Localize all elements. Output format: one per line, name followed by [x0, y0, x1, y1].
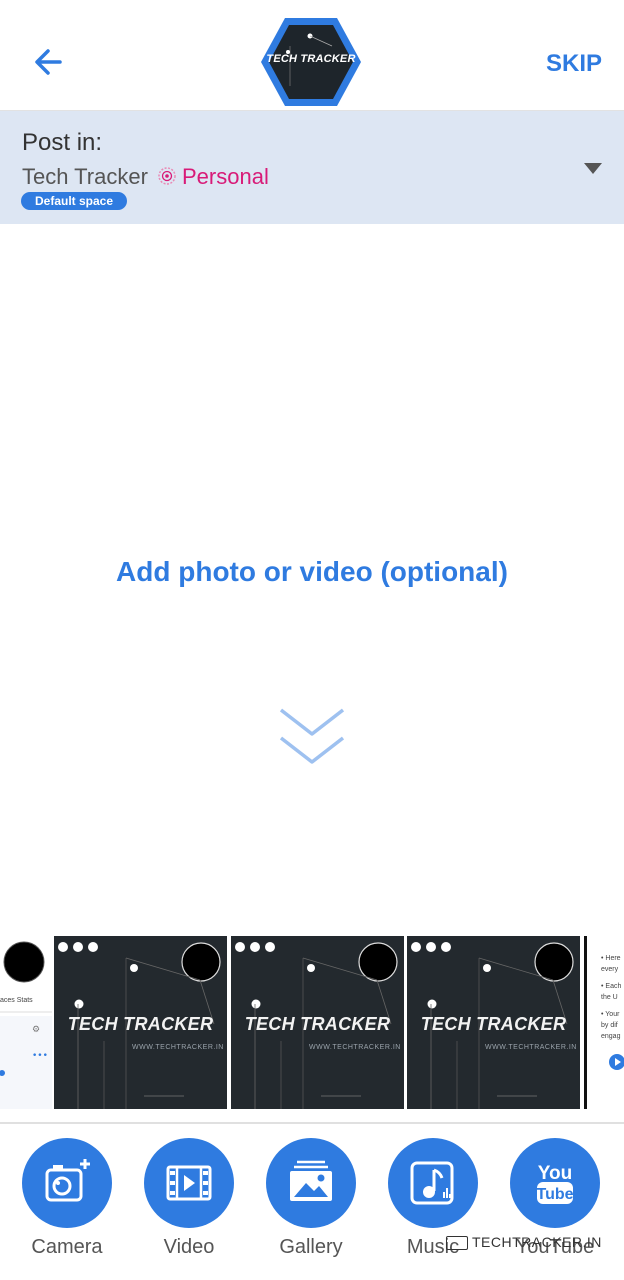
dropdown-arrow-icon[interactable]: [584, 163, 602, 174]
thumbnail-image[interactable]: TECH TRACKER WWW.TECHTRACKER.IN: [407, 936, 580, 1109]
double-chevron-down-icon: [279, 708, 345, 764]
gallery-thumbnail-strip[interactable]: ⚙ ••• aces Stats TECH TRACKER WWW.TECHTR…: [0, 936, 624, 1109]
thumbnail-image[interactable]: TECH TRACKER WWW.TECHTRACKER.IN: [231, 936, 404, 1109]
back-arrow-icon[interactable]: [28, 40, 72, 84]
thumbnail-text: • Each: [601, 983, 622, 990]
watermark-icon: [446, 1236, 468, 1251]
personal-space-icon: [158, 167, 176, 185]
thumbnail-text: engag: [601, 1033, 621, 1040]
thumbnail-subtitle: WWW.TECHTRACKER.IN: [485, 1044, 577, 1051]
toolbar-divider: [0, 1122, 624, 1124]
youtube-logo-you: You: [538, 1163, 572, 1184]
thumbnail-text: every: [601, 966, 619, 973]
thumbnail-image[interactable]: TECH TRACKER WWW.TECHTRACKER.IN: [54, 936, 227, 1109]
video-film-icon: [144, 1138, 234, 1228]
skip-button[interactable]: SKIP: [546, 50, 602, 78]
logo-text: TECH TRACKER: [266, 53, 356, 65]
thumbnail-text: • Here: [601, 955, 621, 962]
thumbnail-partial-left[interactable]: ⚙ ••• aces Stats: [0, 936, 52, 1109]
thumbnail-text: by dif: [601, 1022, 618, 1029]
thumbnail-title: TECH TRACKER: [67, 1014, 214, 1034]
top-bar: TECH TRACKER SKIP: [0, 0, 624, 111]
svg-text:•••: •••: [32, 1051, 48, 1061]
camera-label: Camera: [31, 1236, 103, 1258]
watermark: TECHTRACKER.IN: [446, 1234, 602, 1251]
video-label: Video: [163, 1236, 215, 1258]
post-in-selector[interactable]: Post in: Tech Tracker Personal Default s…: [0, 111, 624, 224]
camera-icon: [22, 1138, 112, 1228]
camera-button[interactable]: Camera: [22, 1138, 112, 1259]
add-photo-video-link[interactable]: Add photo or video (optional): [0, 556, 624, 588]
thumbnail-subtitle: WWW.TECHTRACKER.IN: [132, 1044, 224, 1051]
tech-tracker-logo: TECH TRACKER: [260, 16, 362, 108]
thumbnail-title: TECH TRACKER: [244, 1014, 391, 1034]
play-icon: [609, 1054, 624, 1070]
thumbnail-text: • Your: [601, 1011, 620, 1018]
watermark-text: TECHTRACKER.IN: [472, 1234, 602, 1250]
thumbnail-graphic: ⚙ •••: [0, 941, 52, 1109]
thumbnail-subtitle: WWW.TECHTRACKER.IN: [309, 1044, 401, 1051]
gallery-button[interactable]: Gallery: [266, 1138, 356, 1259]
thumbnail-text: the U: [601, 994, 618, 1001]
video-button[interactable]: Video: [144, 1138, 234, 1259]
youtube-icon: You Tube: [510, 1138, 600, 1228]
music-note-icon: [388, 1138, 478, 1228]
thumbnail-partial-right[interactable]: • Here every • Each the U • Your by dif …: [584, 936, 624, 1109]
thumbnail-text: aces Stats: [0, 997, 33, 1004]
space-type-label: Personal: [182, 164, 269, 189]
default-space-badge: Default space: [21, 192, 128, 210]
gallery-image-icon: [266, 1138, 356, 1228]
post-in-label: Post in:: [22, 129, 103, 156]
gallery-label: Gallery: [279, 1236, 343, 1258]
thumbnail-title: TECH TRACKER: [420, 1014, 567, 1034]
space-name: Tech Tracker: [22, 164, 148, 189]
svg-text:⚙: ⚙: [32, 1025, 40, 1035]
youtube-logo-tube: Tube: [536, 1186, 573, 1203]
